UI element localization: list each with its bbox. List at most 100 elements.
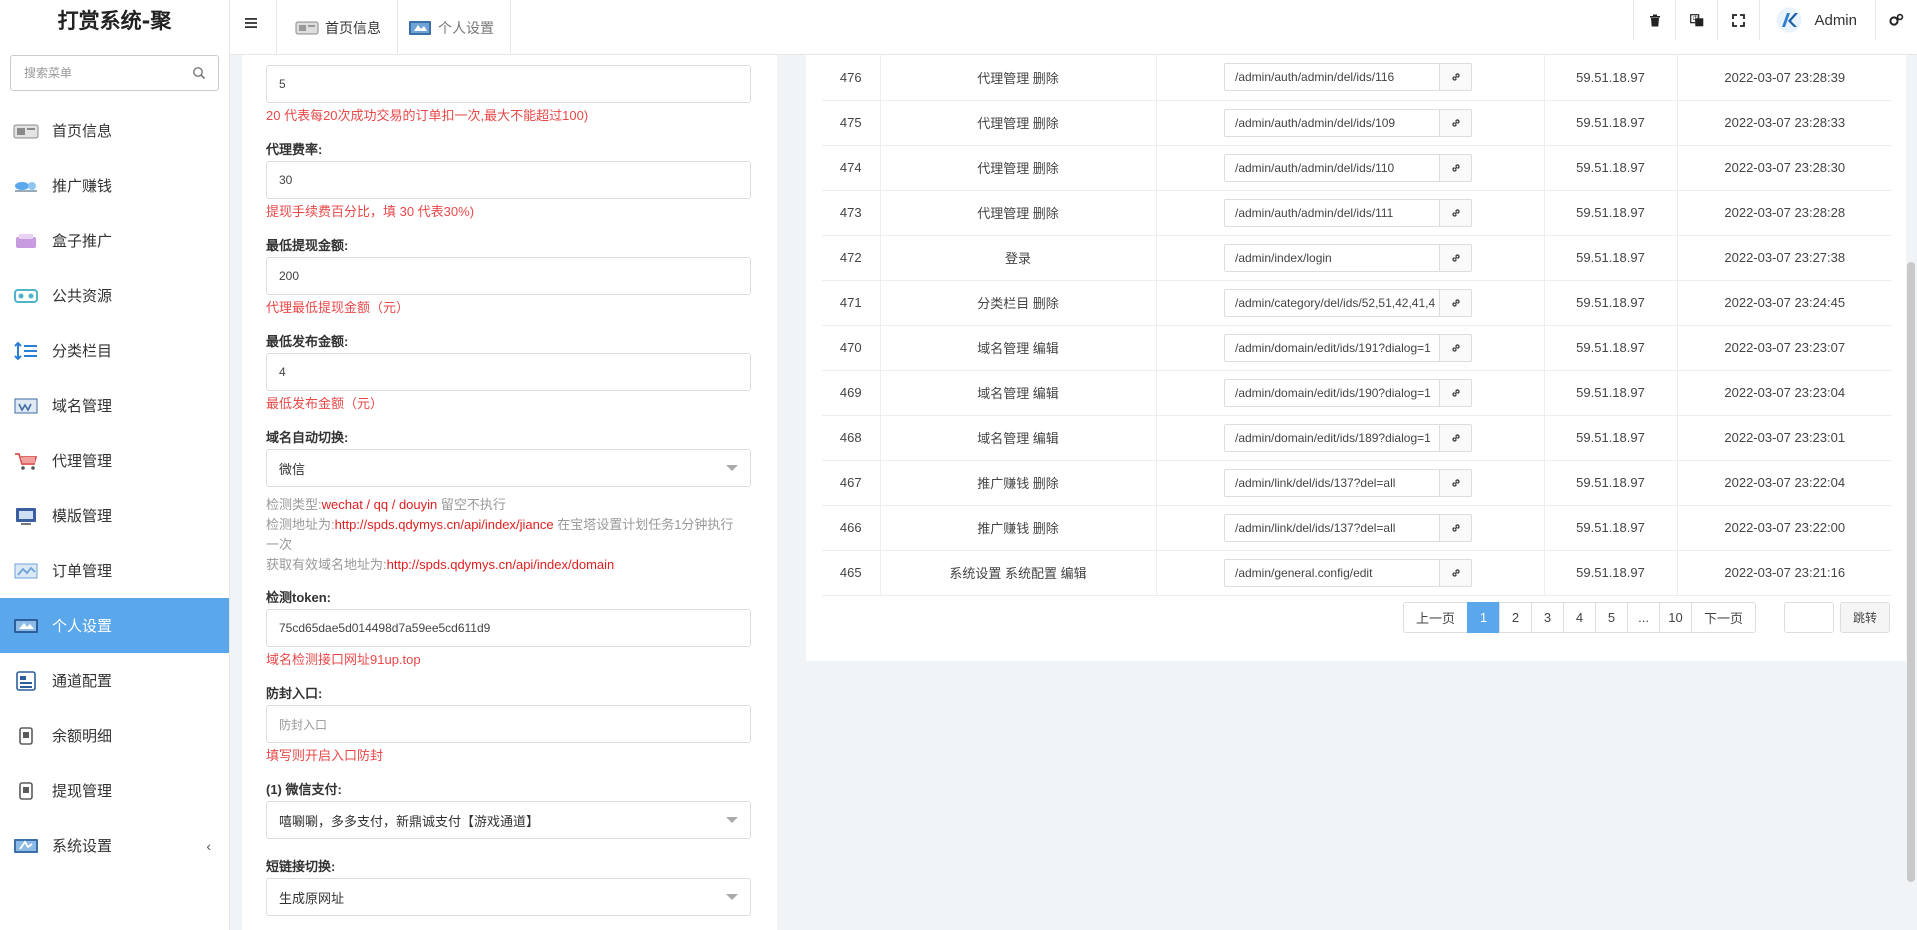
agent-rate-hint: 提现手续费百分比，填 30 代表30%) [266,204,475,219]
user-menu[interactable]: Admin [1759,0,1875,40]
open-link-button[interactable] [1440,243,1472,272]
log-url-field[interactable]: /admin/index/login [1224,243,1440,272]
system-icon [14,838,38,853]
open-link-button[interactable] [1440,288,1472,317]
link-icon [1451,118,1460,127]
open-link-button[interactable] [1440,153,1472,182]
domain-switch-select[interactable]: 微信 [266,449,751,487]
sidebar-item[interactable]: 个人设置 [0,598,229,653]
open-link-button[interactable] [1440,378,1472,407]
log-url-group: /admin/auth/admin/del/ids/109 [1224,108,1472,137]
search-icon[interactable] [192,66,206,80]
domain-switch-value: 微信 [279,461,306,477]
log-ip: 59.51.18.97 [1544,55,1678,101]
page-jump-input[interactable] [1784,602,1834,633]
sidebar-item-icon [13,781,39,801]
log-ip: 59.51.18.97 [1544,325,1678,371]
menu-search-input[interactable] [11,56,218,90]
log-url-field[interactable]: /admin/auth/admin/del/ids/110 [1224,153,1440,182]
page-button[interactable]: 2 [1499,602,1533,633]
page-jump-button[interactable]: 跳转 [1840,602,1890,633]
sidebar-item[interactable]: 余额明细 [0,708,229,763]
sidebar-item[interactable]: 订单管理 [0,543,229,598]
log-url-field[interactable]: /admin/category/del/ids/52,51,42,41,4 [1224,288,1440,317]
clear-cache-button[interactable] [1633,0,1675,40]
min-withdraw-input[interactable]: 200 [266,257,751,295]
page-button[interactable]: 1 [1467,602,1501,633]
page-button[interactable]: 4 [1563,602,1597,633]
domain-switch-label: 域名自动切换: [266,430,349,445]
page-scrollbar[interactable] [1907,262,1915,882]
log-title: 域名管理 编辑 [880,370,1157,416]
sidebar-item[interactable]: 分类栏目 [0,323,229,378]
sidebar-item[interactable]: 盒子推广 [0,213,229,268]
sidebar-item[interactable]: 通道配置 [0,653,229,708]
open-link-button[interactable] [1440,333,1472,362]
log-id: 466 [822,505,881,551]
log-url-group: /admin/category/del/ids/52,51,42,41,4 [1224,288,1472,317]
menu-toggle-icon[interactable] [244,16,258,30]
sidebar-item-label: 提现管理 [52,783,113,800]
log-url-field[interactable]: /admin/link/del/ids/137?del=all [1224,513,1440,542]
log-id: 474 [822,145,881,191]
log-ip: 59.51.18.97 [1544,100,1678,146]
page-button[interactable]: 10 [1659,602,1693,633]
sidebar-item-label: 余额明细 [52,728,113,745]
sidebar-item[interactable]: 系统设置 ‹ [0,818,229,873]
withdraw-icon [19,781,33,800]
log-url-field[interactable]: /admin/domain/edit/ids/190?dialog=1 [1224,378,1440,407]
page-button[interactable]: 3 [1531,602,1565,633]
open-link-button[interactable] [1440,198,1472,227]
sidebar-item-icon [13,121,39,141]
log-url-field[interactable]: /admin/auth/admin/del/ids/109 [1224,108,1440,137]
open-link-button[interactable] [1440,513,1472,542]
trash-icon [1649,14,1660,26]
open-link-button[interactable] [1440,63,1472,92]
anti-block-input[interactable]: 防封入口 [266,705,751,743]
deduct-rate-input[interactable]: 5 [266,65,751,103]
sidebar-item-icon [13,506,39,526]
wechat-pay-select[interactable]: 嘻唰唰，多多支付，新鼎诚支付【游戏通道】 [266,801,751,839]
link-icon [1451,478,1460,487]
sidebar-item[interactable]: 推广赚钱 [0,158,229,213]
language-button[interactable]: 中 [1675,0,1717,40]
sidebar-item[interactable]: 公共资源 [0,268,229,323]
sidebar-item[interactable]: 域名管理 [0,378,229,433]
next-page-button[interactable]: 下一页 [1691,602,1757,633]
min-publish-hint: 最低发布金额（元） [266,396,384,411]
sidebar-item[interactable]: 首页信息 [0,103,229,158]
sidebar-item[interactable]: 提现管理 [0,763,229,818]
log-id: 472 [822,235,881,281]
open-link-button[interactable] [1440,423,1472,452]
fullscreen-button[interactable] [1717,0,1759,40]
log-url-cell: /admin/link/del/ids/137?del=all [1156,460,1545,506]
prev-page-button[interactable]: 上一页 [1403,602,1469,633]
log-url-field[interactable]: /admin/domain/edit/ids/189?dialog=1 [1224,423,1440,452]
page-button[interactable]: ... [1627,602,1661,633]
log-url-field[interactable]: /admin/auth/admin/del/ids/116 [1224,63,1440,92]
open-link-button[interactable] [1440,468,1472,497]
check-token-input[interactable]: 75cd65dae5d014498d7a59ee5cd611d9 [266,609,751,647]
sidebar-item[interactable]: 模版管理 [0,488,229,543]
agent-rate-input[interactable]: 30 [266,161,751,199]
log-url-field[interactable]: /admin/general.config/edit [1224,558,1440,587]
log-url-group: /admin/auth/admin/del/ids/111 [1224,198,1472,227]
sidebar-item[interactable]: 代理管理 [0,433,229,488]
short-link-select[interactable]: 生成原网址 [266,878,751,916]
log-url-field[interactable]: /admin/link/del/ids/137?del=all [1224,468,1440,497]
fullscreen-icon [1732,13,1746,27]
svg-text:中: 中 [1692,15,1698,23]
open-link-button[interactable] [1440,558,1472,587]
tab-profile-settings[interactable]: 个人设置 [390,0,511,55]
log-url-field[interactable]: /admin/auth/admin/del/ids/111 [1224,198,1440,227]
log-ip: 59.51.18.97 [1544,235,1678,281]
sidebar-item-icon [13,396,39,416]
page-button[interactable]: 5 [1595,602,1629,633]
tab-home[interactable]: 首页信息 [276,0,398,55]
open-link-button[interactable] [1440,108,1472,137]
settings-button[interactable] [1875,0,1917,40]
gears-icon [1889,13,1904,26]
min-publish-input[interactable]: 4 [266,353,751,391]
log-title: 推广赚钱 删除 [880,460,1157,506]
log-url-field[interactable]: /admin/domain/edit/ids/191?dialog=1 [1224,333,1440,362]
